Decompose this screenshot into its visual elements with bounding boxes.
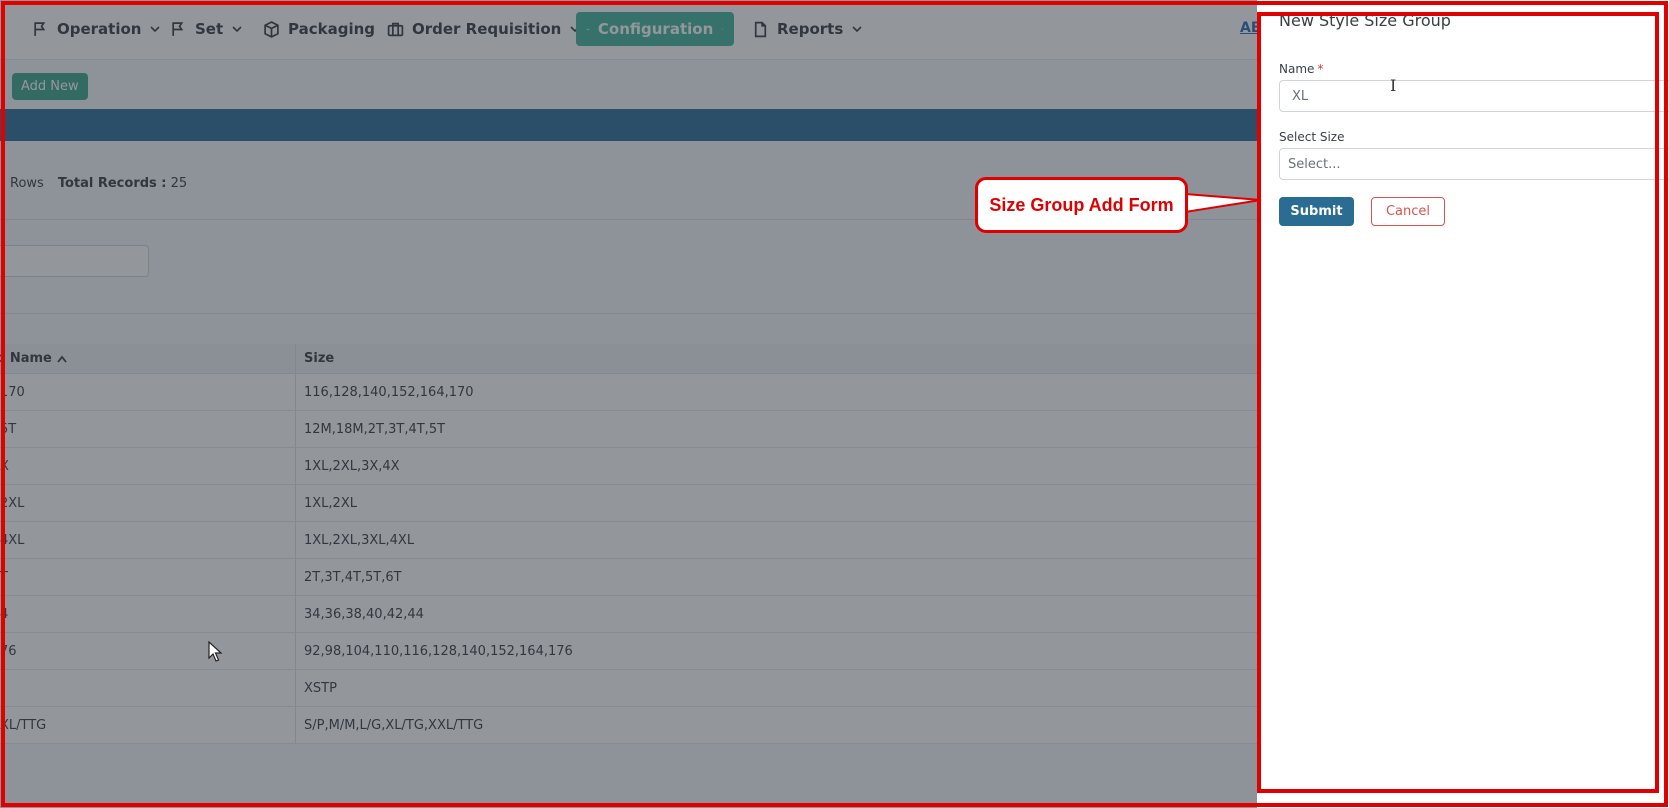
- name-field-label: Name *: [1279, 62, 1324, 76]
- size-select[interactable]: Select...: [1279, 148, 1669, 180]
- panel-title: New Style Size Group: [1279, 11, 1451, 30]
- required-marker: *: [1317, 62, 1324, 76]
- size-group-form-panel: New Style Size Group Name * XL Select Siz…: [1257, 0, 1669, 808]
- submit-button[interactable]: Submit: [1279, 197, 1354, 226]
- text-cursor-icon: I: [1390, 76, 1397, 95]
- cancel-button[interactable]: Cancel: [1371, 197, 1445, 226]
- name-input[interactable]: XL: [1279, 80, 1669, 112]
- annotation-callout: Size Group Add Form: [975, 177, 1188, 233]
- modal-backdrop[interactable]: [0, 0, 1257, 808]
- callout-pointer: [1185, 192, 1262, 214]
- select-size-label: Select Size: [1279, 130, 1345, 144]
- mouse-pointer-icon: [208, 641, 223, 662]
